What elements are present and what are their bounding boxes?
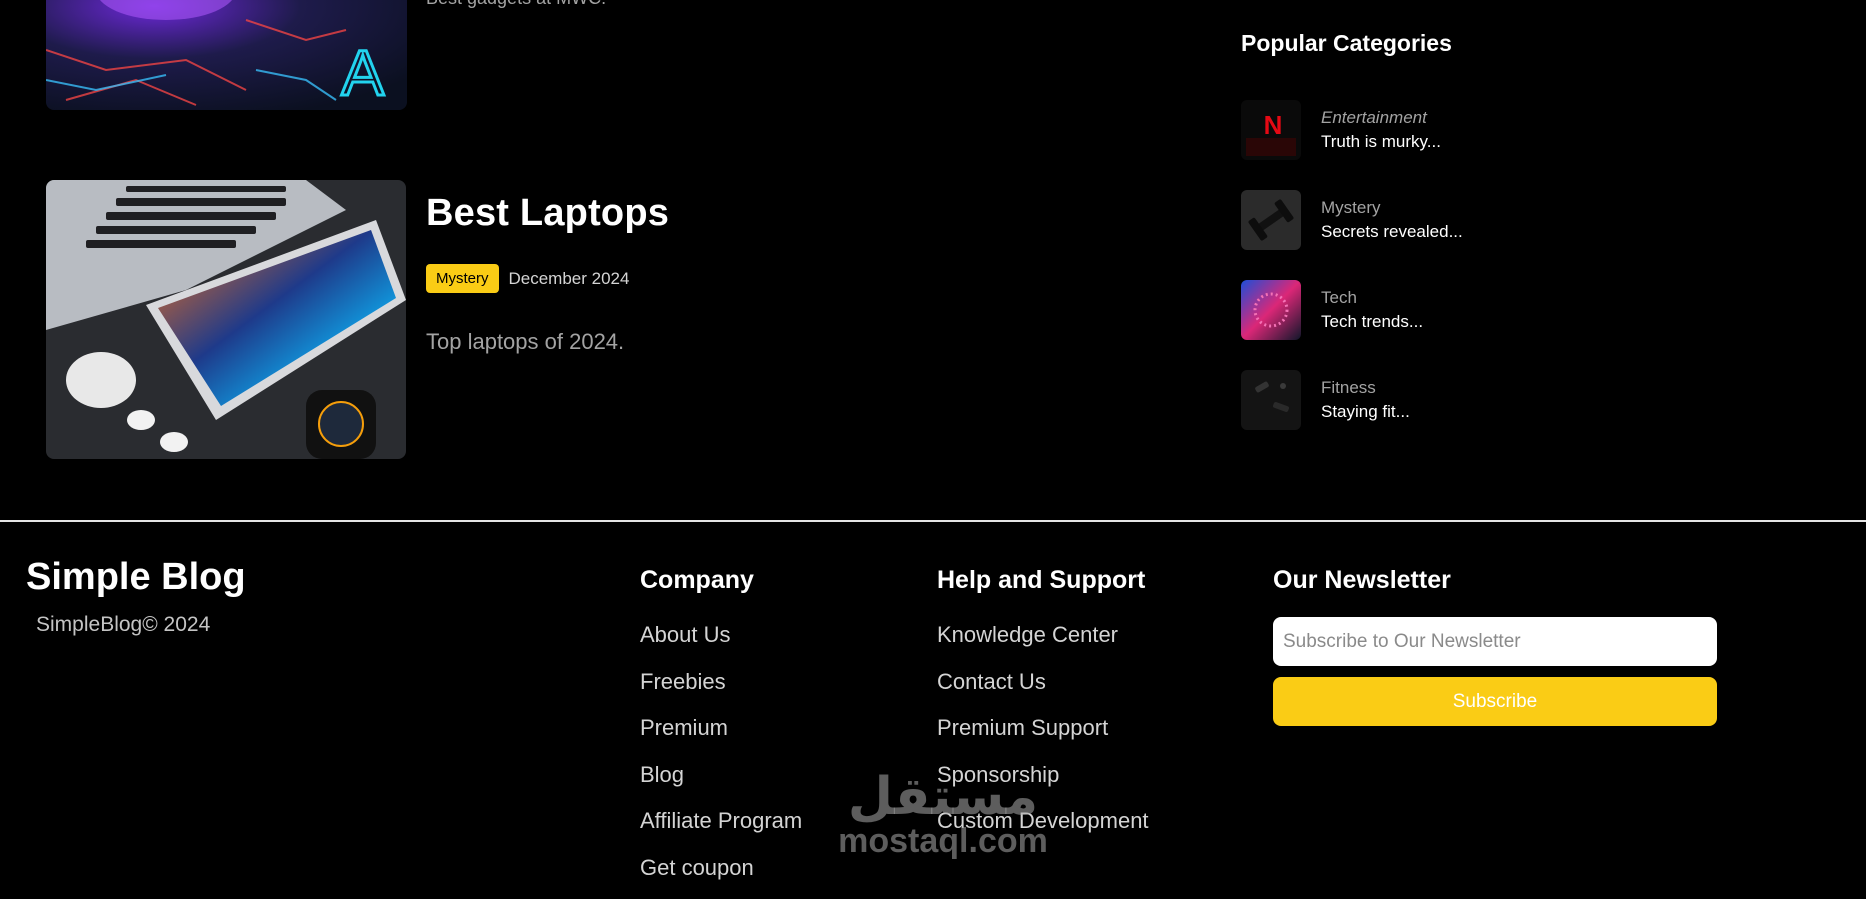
footer-link-premium-support[interactable]: Premium Support — [937, 705, 1149, 752]
post-date: December 2024 — [508, 268, 630, 288]
footer-copyright: SimpleBlog© 2024 — [36, 613, 211, 636]
post-excerpt: Best gadgets at MWC. — [426, 0, 606, 9]
post-thumbnail-chip[interactable]: A — [46, 0, 407, 110]
svg-text:A: A — [341, 37, 384, 109]
footer-link-blog[interactable]: Blog — [640, 752, 802, 799]
category-teaser: Secrets revealed... — [1321, 222, 1463, 241]
category-name: Tech — [1321, 288, 1357, 307]
category-item-fitness[interactable]: Fitness Staying fit... — [1241, 370, 1410, 430]
svg-text:N: N — [1264, 110, 1283, 140]
category-name: Entertainment — [1321, 108, 1427, 127]
newsletter-column-title: Our Newsletter — [1273, 566, 1451, 594]
category-item-mystery[interactable]: Mystery Secrets revealed... — [1241, 190, 1463, 250]
category-name: Mystery — [1321, 198, 1381, 217]
footer-link-premium[interactable]: Premium — [640, 705, 802, 752]
category-thumbnail — [1241, 370, 1301, 430]
company-links: About Us Freebies Premium Blog Affiliate… — [640, 612, 802, 891]
footer-link-affiliate-program[interactable]: Affiliate Program — [640, 798, 802, 845]
footer-link-about-us[interactable]: About Us — [640, 612, 802, 659]
footer-link-contact-us[interactable]: Contact Us — [937, 659, 1149, 706]
category-teaser: Tech trends... — [1321, 312, 1424, 331]
category-item-tech[interactable]: Tech Tech trends... — [1241, 280, 1423, 340]
newsletter-email-input[interactable] — [1273, 617, 1717, 666]
popular-categories-title: Popular Categories — [1241, 30, 1452, 56]
post-thumbnail-laptop[interactable] — [46, 180, 406, 459]
watermark-latin: mostaql.com — [838, 822, 1048, 860]
category-thumbnail — [1241, 280, 1301, 340]
post-excerpt: Top laptops of 2024. — [426, 329, 625, 354]
footer-brand[interactable]: Simple Blog — [26, 556, 246, 599]
category-item-entertainment[interactable]: N Entertainment Truth is murky... — [1241, 100, 1441, 160]
category-badge[interactable]: Mystery — [426, 264, 499, 293]
watermark-arabic: مستقل — [847, 767, 1039, 827]
post-title[interactable]: Best Laptops — [426, 192, 669, 235]
category-teaser: Staying fit... — [1321, 402, 1410, 421]
category-thumbnail — [1241, 190, 1301, 250]
footer-divider — [0, 520, 1866, 522]
category-name: Fitness — [1321, 378, 1376, 397]
category-thumbnail: N — [1241, 100, 1301, 160]
help-column-title: Help and Support — [937, 566, 1146, 594]
footer-link-knowledge-center[interactable]: Knowledge Center — [937, 612, 1149, 659]
subscribe-button[interactable]: Subscribe — [1273, 677, 1717, 726]
company-column-title: Company — [640, 566, 754, 594]
category-teaser: Truth is murky... — [1321, 132, 1441, 151]
watermark-logo: مستقل mostaql.com — [818, 768, 1068, 858]
footer-link-freebies[interactable]: Freebies — [640, 659, 802, 706]
footer-link-get-coupon[interactable]: Get coupon — [640, 845, 802, 892]
